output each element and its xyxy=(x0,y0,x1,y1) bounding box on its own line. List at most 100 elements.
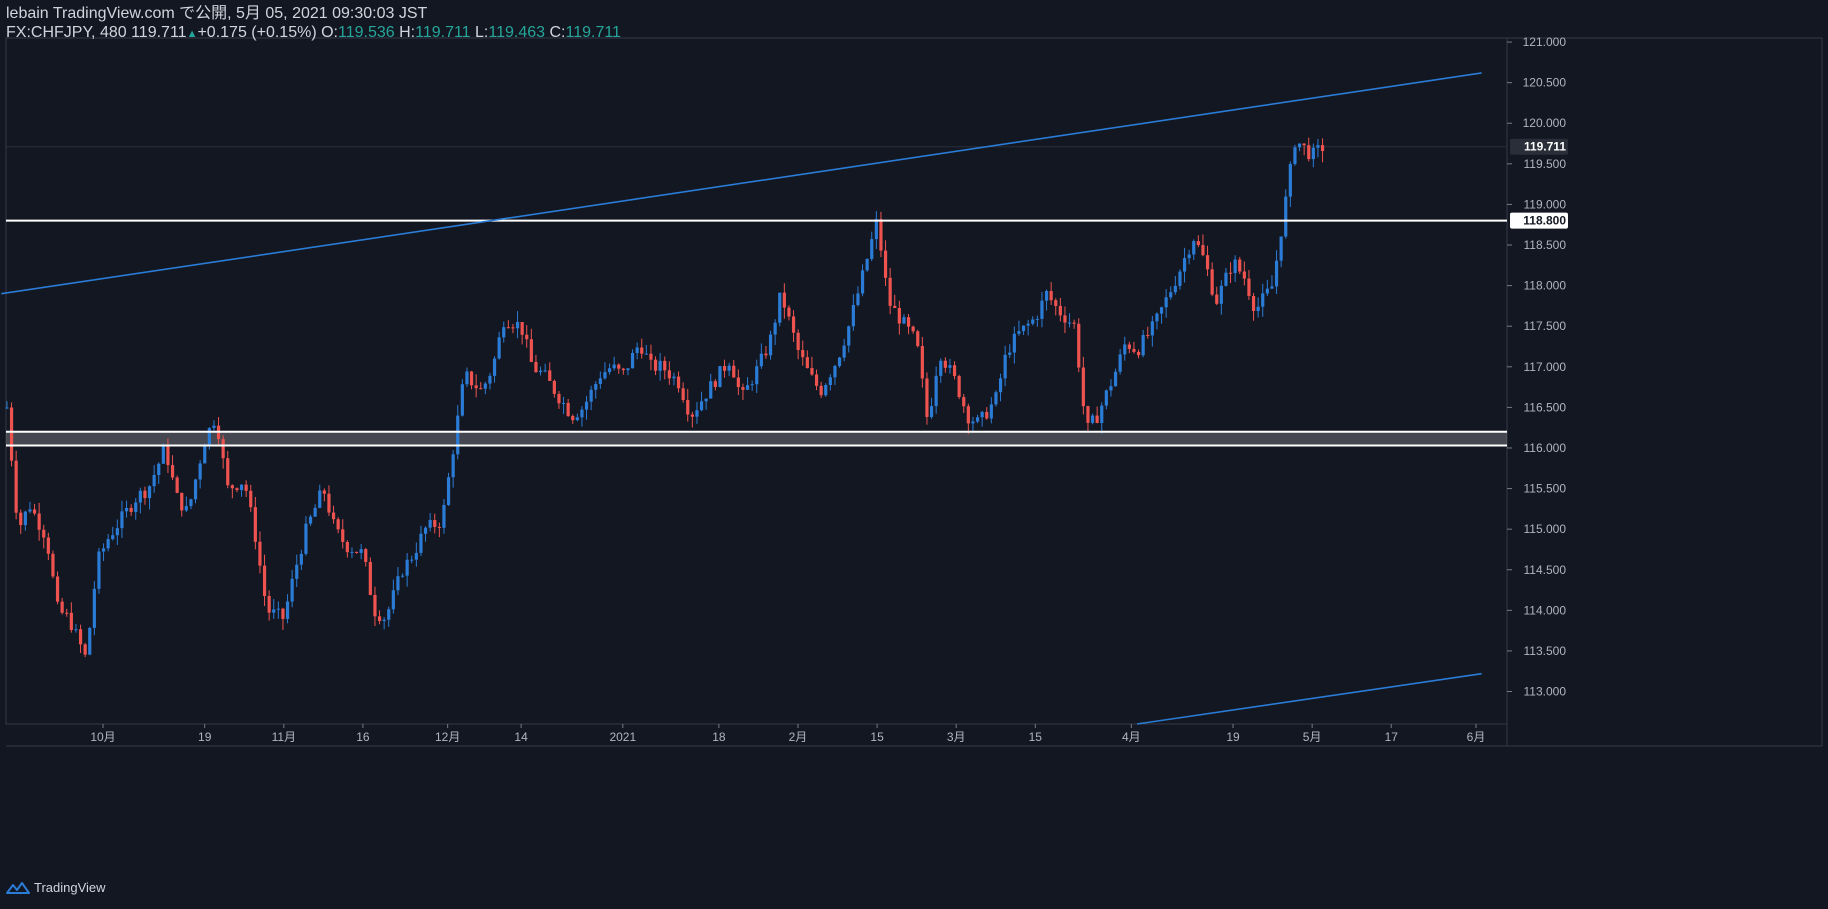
candle-body xyxy=(925,378,929,417)
candle-body xyxy=(1224,272,1228,286)
candle-body xyxy=(1021,325,1026,332)
candle-body xyxy=(313,507,317,517)
candle-body xyxy=(42,529,46,538)
candle-body xyxy=(327,493,331,513)
candle-body xyxy=(1169,292,1173,298)
candle-body xyxy=(911,326,915,332)
candle-body xyxy=(824,385,828,396)
y-tick-label: 113.000 xyxy=(1524,685,1567,699)
candle-body xyxy=(653,359,658,371)
x-tick-label: 19 xyxy=(198,730,212,744)
candle-body xyxy=(124,507,129,512)
candle-body xyxy=(1242,271,1246,279)
candle-body xyxy=(778,292,782,323)
close-label: C: xyxy=(549,24,566,41)
candle-body xyxy=(1164,297,1168,308)
candle-body xyxy=(1320,145,1325,152)
candle-body xyxy=(833,365,837,378)
price-chart[interactable]: 113.000 113.500 114.000 114.500 115.000 115.5… xyxy=(0,0,1828,909)
candle-body xyxy=(120,511,124,529)
candle-body xyxy=(203,445,207,464)
candle-body xyxy=(152,474,156,487)
candle-body xyxy=(19,512,23,526)
candle-body xyxy=(635,347,639,353)
open-value: 119.536 xyxy=(338,24,395,41)
candle-body xyxy=(74,629,78,631)
x-tick-label: 2月 xyxy=(789,730,808,744)
candle-body xyxy=(580,409,584,418)
candle-body xyxy=(92,588,96,628)
candle-body xyxy=(60,601,64,613)
candle-body xyxy=(1063,315,1067,323)
candle-body xyxy=(437,526,441,528)
low-label: L: xyxy=(475,24,489,41)
candle-body xyxy=(607,368,612,373)
x-tick-label: 14 xyxy=(514,730,528,744)
price-change: +0.175 (+0.15%) xyxy=(197,24,317,41)
candle-body xyxy=(474,385,478,389)
candle-body xyxy=(718,366,722,388)
candle-body xyxy=(1187,254,1191,259)
candle-body xyxy=(722,366,727,371)
candle-body xyxy=(350,551,354,553)
candle-body xyxy=(630,352,635,369)
candle-body xyxy=(387,609,391,620)
candle-body xyxy=(1159,307,1164,314)
brand-label: TradingView xyxy=(34,880,106,895)
candle-body xyxy=(1228,272,1233,274)
x-tick-label: 3月 xyxy=(947,730,966,744)
candle-body xyxy=(644,353,648,355)
footer[interactable]: TradingView xyxy=(6,880,106,895)
candle-body xyxy=(1288,164,1292,197)
candle-body xyxy=(515,321,520,329)
candle-body xyxy=(1219,285,1223,304)
y-tick-label: 118.500 xyxy=(1524,238,1567,252)
candle-body xyxy=(1026,323,1030,326)
candle-body xyxy=(879,219,883,251)
candle-body xyxy=(1316,145,1320,148)
candle-body xyxy=(851,304,855,327)
candle-body xyxy=(782,292,786,308)
candle-body xyxy=(304,523,308,554)
candle-body xyxy=(810,368,814,375)
candle-body xyxy=(46,537,50,554)
close-value: 119.711 xyxy=(565,24,621,41)
candle-body xyxy=(750,384,754,386)
candle-body xyxy=(897,307,901,324)
level-price-label: 118.800 xyxy=(1523,214,1566,228)
candle-body xyxy=(1113,371,1118,387)
candle-body xyxy=(686,400,690,415)
candle-body xyxy=(1081,367,1085,407)
candle-body xyxy=(1307,145,1311,160)
candle-body xyxy=(1205,255,1210,270)
candle-body xyxy=(290,578,294,602)
candle-body xyxy=(221,439,225,459)
candle-body xyxy=(1256,306,1260,311)
x-tick-label: 10月 xyxy=(90,730,115,744)
candle-body xyxy=(957,376,961,398)
candle-body xyxy=(456,415,460,455)
candle-body xyxy=(837,357,842,366)
candle-body xyxy=(299,553,303,565)
candle-body xyxy=(801,350,805,358)
candle-body xyxy=(433,519,437,527)
candle-body xyxy=(1072,322,1076,324)
candle-body xyxy=(952,365,957,377)
candle-body xyxy=(101,548,106,552)
candle-body xyxy=(796,332,800,351)
candle-body xyxy=(1284,196,1288,237)
candle-body xyxy=(1196,241,1200,246)
candle-body xyxy=(423,527,428,534)
x-tick-label: 15 xyxy=(1029,730,1043,744)
candle-body xyxy=(732,365,736,378)
candle-body xyxy=(161,446,165,464)
candle-body xyxy=(534,361,538,373)
candle-body xyxy=(543,370,547,372)
candle-body xyxy=(759,353,763,367)
candle-body xyxy=(920,346,924,379)
candle-body xyxy=(985,411,989,419)
candle-body xyxy=(497,337,501,359)
candle-body xyxy=(1261,293,1265,307)
x-tick-label: 11月 xyxy=(272,730,296,744)
candle-body xyxy=(966,406,970,424)
